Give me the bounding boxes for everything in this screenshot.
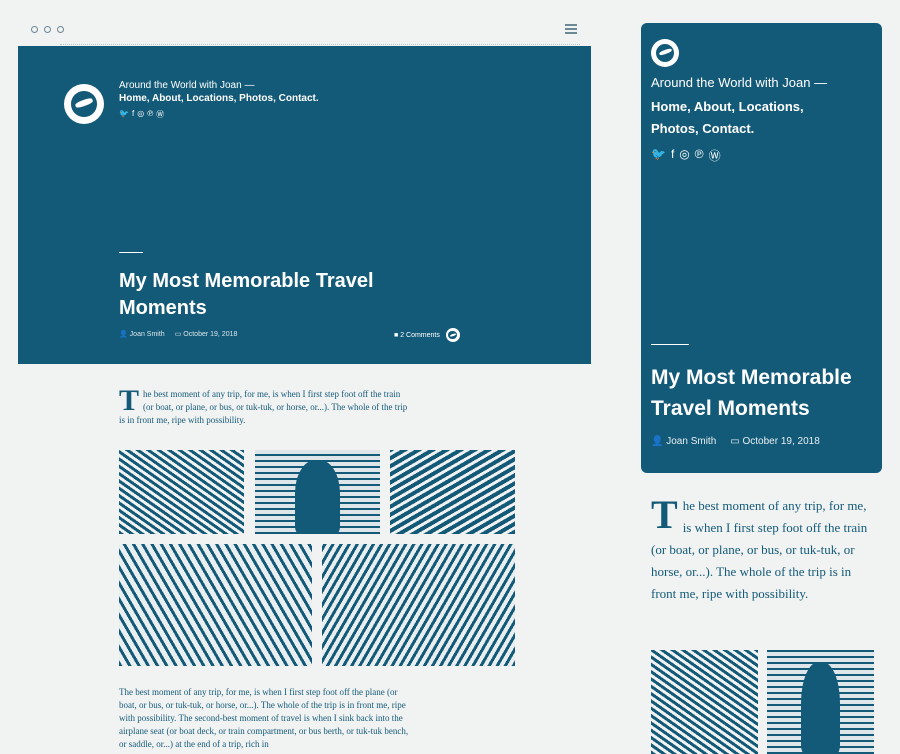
drop-cap: T	[651, 492, 678, 537]
post-body-paragraph: The best moment of any trip, for me, is …	[119, 687, 409, 749]
calendar-icon: ▭	[174, 331, 182, 338]
post-title: My Most Memorable Travel Moments	[119, 270, 374, 319]
window-controls	[31, 26, 64, 33]
window-dot[interactable]	[57, 26, 64, 33]
post-date[interactable]: October 19, 2018	[183, 331, 237, 338]
wordpress-icon[interactable]: Ⓦ	[156, 109, 164, 120]
social-links: 🐦 f ◎ ℗ Ⓦ	[119, 109, 164, 120]
post-intro: The best moment of any trip, for me, is …	[651, 495, 873, 605]
user-icon: 👤	[651, 436, 664, 447]
site-title[interactable]: Around the World with Joan —	[651, 75, 827, 90]
post-meta: 👤 Joan Smith ▭ October 19, 2018	[651, 436, 820, 447]
post-author[interactable]: Joan Smith	[666, 436, 716, 447]
author-avatar[interactable]	[445, 328, 460, 342]
post-author[interactable]: Joan Smith	[130, 331, 165, 338]
post-date[interactable]: October 19, 2018	[743, 436, 820, 447]
site-logo[interactable]	[64, 84, 104, 124]
instagram-icon[interactable]: ◎	[679, 147, 689, 164]
pinterest-icon[interactable]: ℗	[695, 147, 704, 164]
post-intro: The best moment of any trip, for me, is …	[119, 384, 409, 427]
window-dot[interactable]	[31, 26, 38, 33]
post-comments: ■ 2 Comments	[394, 328, 460, 342]
instagram-icon[interactable]: ◎	[137, 109, 144, 120]
title-divider	[119, 252, 143, 253]
site-title[interactable]: Around the World with Joan —	[119, 80, 254, 91]
gallery-photo-traveler[interactable]	[255, 450, 380, 534]
twitter-icon[interactable]: 🐦	[651, 147, 666, 164]
hamburger-menu-icon[interactable]	[565, 24, 577, 36]
calendar-icon: ▭	[730, 436, 740, 447]
facebook-icon[interactable]: f	[671, 147, 674, 164]
comment-icon: ■	[394, 331, 399, 339]
comments-link[interactable]: 2 Comments	[400, 332, 440, 339]
site-logo[interactable]	[651, 39, 679, 67]
intro-text: he best moment of any trip, for me, is w…	[119, 389, 408, 425]
user-icon: 👤	[119, 331, 128, 338]
facebook-icon[interactable]: f	[132, 109, 134, 120]
intro-text: he best moment of any trip, for me, is w…	[651, 498, 868, 601]
window-dot[interactable]	[44, 26, 51, 33]
twitter-icon[interactable]: 🐦	[119, 109, 129, 120]
gallery-photo-station-hall[interactable]	[390, 450, 515, 534]
gallery-photo-station-roof[interactable]	[651, 650, 758, 754]
desktop-hero-header: Around the World with Joan — Home, About…	[18, 46, 591, 364]
drop-cap: T	[119, 384, 140, 417]
gallery-photo-traveler[interactable]	[767, 650, 874, 754]
post-meta: 👤 Joan Smith ▭ October 19, 2018	[119, 330, 237, 338]
gallery-photo-glass-roof[interactable]	[119, 544, 312, 666]
gallery-photo-station-roof[interactable]	[119, 450, 244, 534]
wordpress-icon[interactable]: Ⓦ	[709, 147, 721, 164]
title-divider	[651, 344, 689, 345]
mobile-hero-header: Around the World with Joan — Home, About…	[641, 23, 882, 473]
post-title: My Most Memorable Travel Moments	[651, 366, 852, 420]
gallery-photo-arched-windows[interactable]	[322, 544, 515, 666]
site-nav[interactable]: Home, About, Locations, Photos, Contact.	[651, 96, 851, 140]
site-nav[interactable]: Home, About, Locations, Photos, Contact.	[119, 93, 319, 104]
pinterest-icon[interactable]: ℗	[147, 109, 153, 120]
social-links: 🐦 f ◎ ℗ Ⓦ	[651, 147, 721, 164]
